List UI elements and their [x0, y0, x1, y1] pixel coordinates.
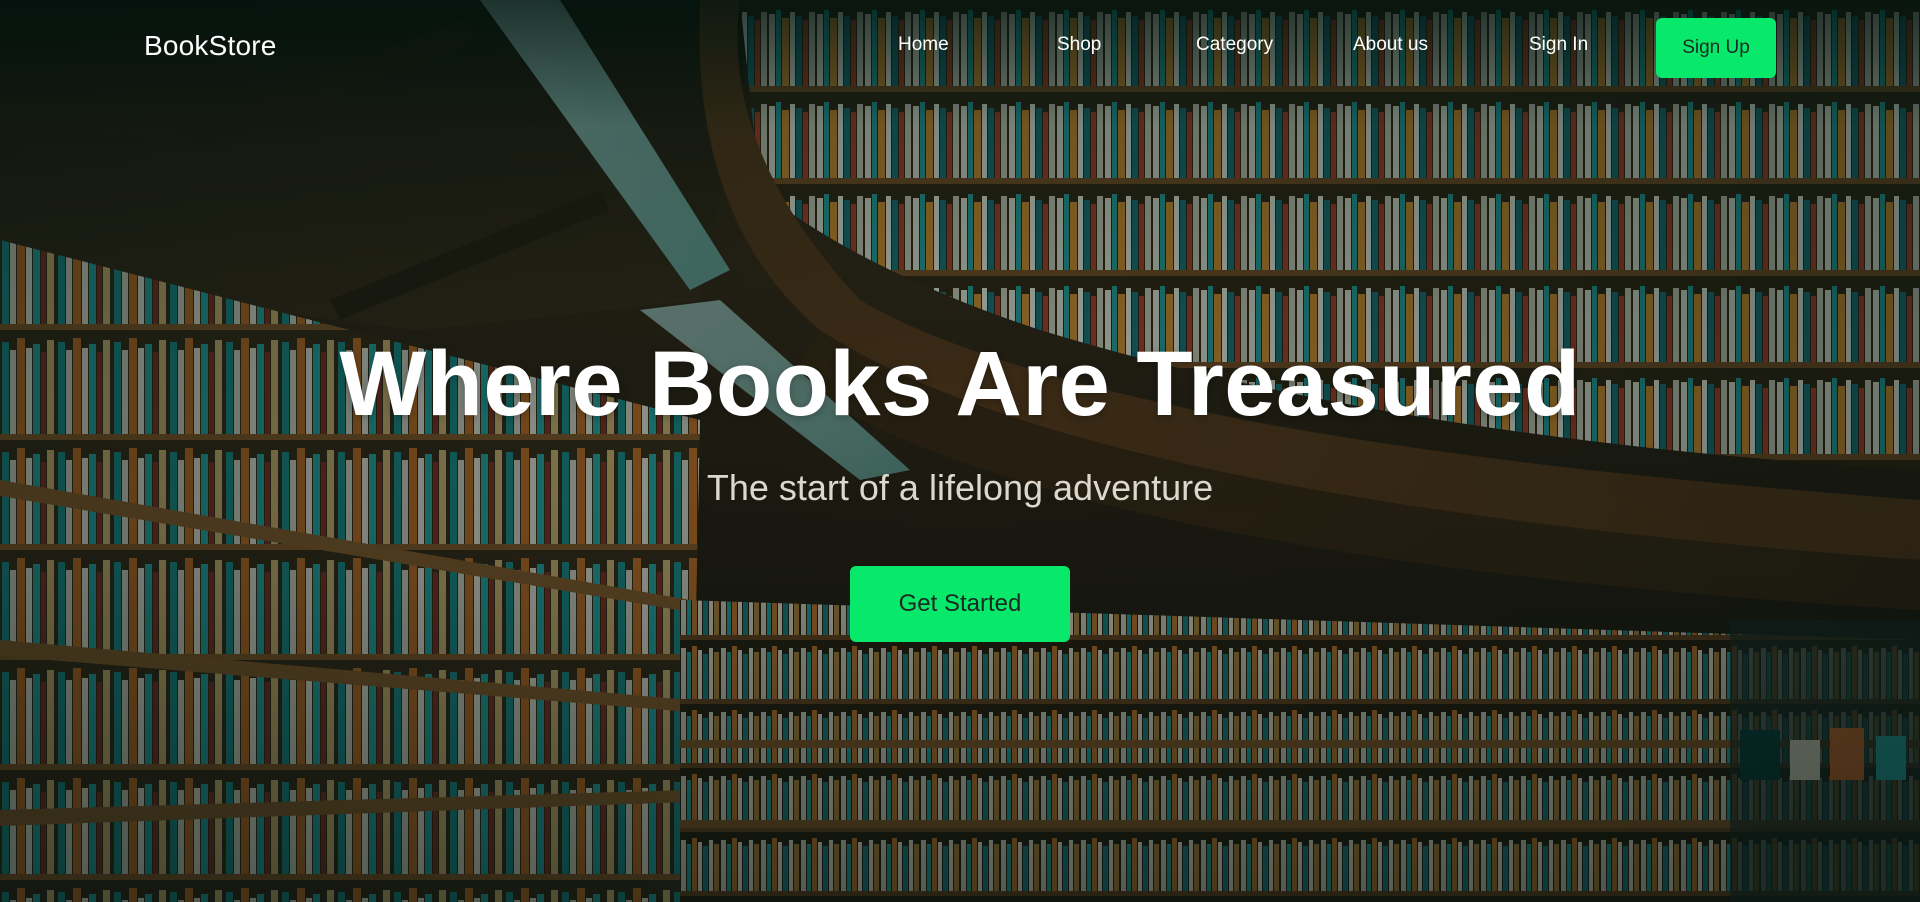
nav-link-about-us[interactable]: About us: [1353, 34, 1428, 56]
hero-subtitle: The start of a lifelong adventure: [706, 467, 1214, 508]
hero-dark-overlay: [0, 0, 1920, 902]
sign-in-link[interactable]: Sign In: [1529, 34, 1588, 56]
hero-title: Where Books Are Treasured: [339, 333, 1581, 435]
sign-up-button[interactable]: Sign Up: [1656, 18, 1776, 78]
landing-page: BookStore Home Shop Category About us Si…: [0, 0, 1920, 902]
nav-link-category[interactable]: Category: [1196, 34, 1273, 56]
nav-link-home[interactable]: Home: [898, 34, 949, 56]
get-started-button[interactable]: Get Started: [850, 566, 1070, 642]
nav-link-shop[interactable]: Shop: [1057, 34, 1101, 56]
top-navbar: BookStore Home Shop Category About us Si…: [0, 0, 1920, 92]
nav-links: Home Shop Category About us Sign In: [0, 34, 1920, 58]
